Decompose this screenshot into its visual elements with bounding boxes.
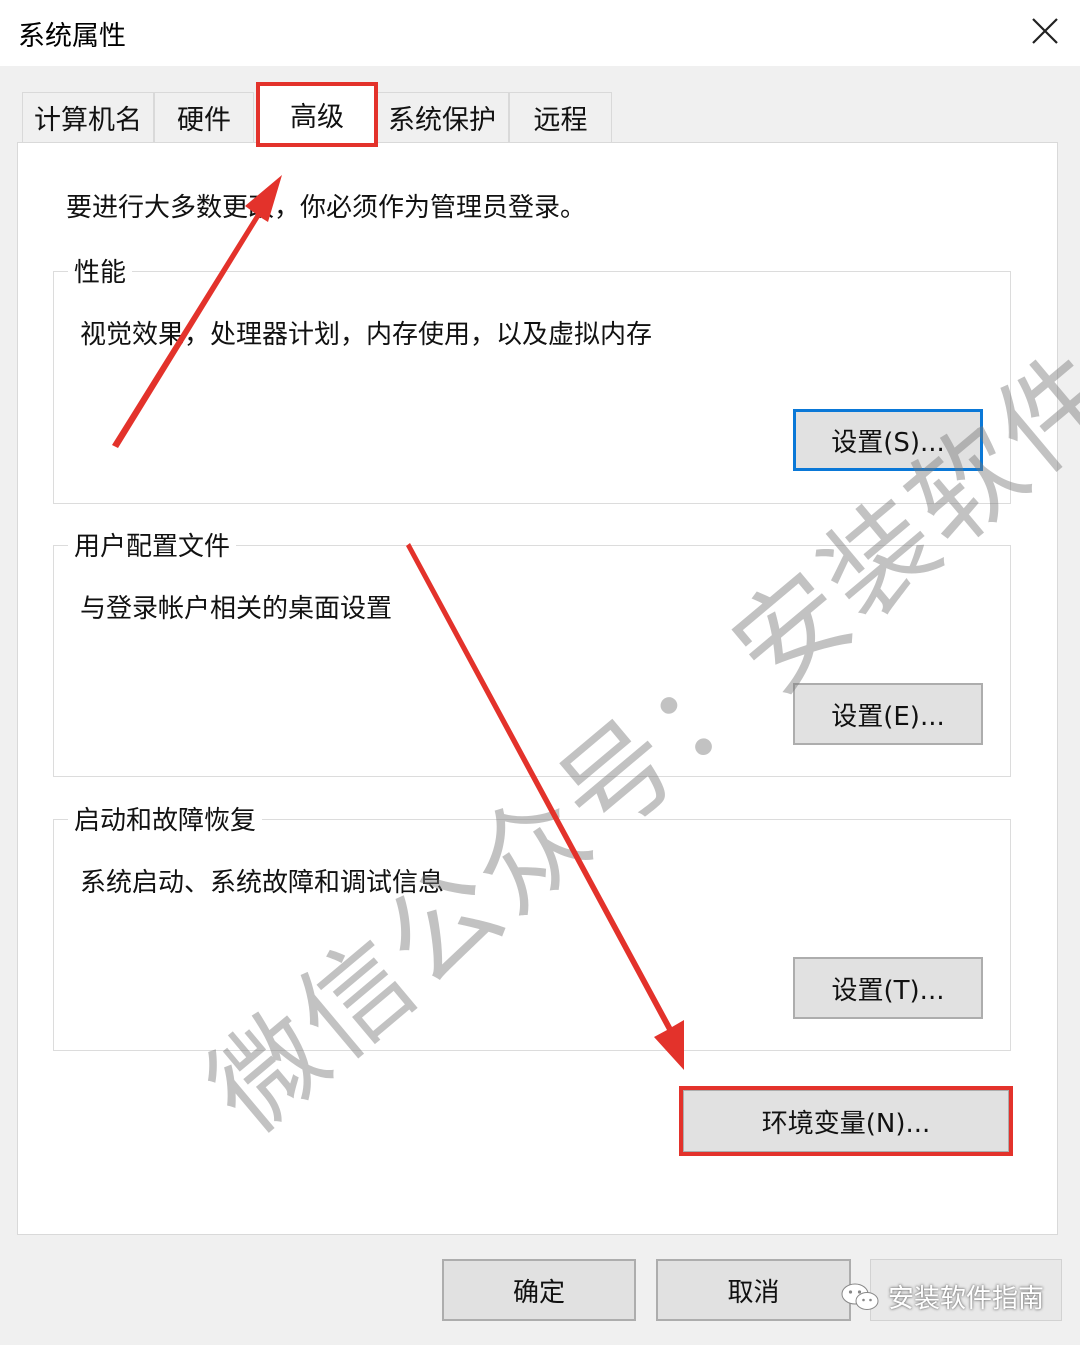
title-bar: 系统属性 bbox=[0, 0, 1080, 66]
wechat-watermark: 安装软件指南 bbox=[840, 1278, 1044, 1315]
performance-group-desc: 视觉效果，处理器计划，内存使用，以及虚拟内存 bbox=[80, 320, 653, 350]
user-profiles-group: 用户配置文件 与登录帐户相关的桌面设置 设置(E)... bbox=[53, 526, 1011, 777]
startup-recovery-group-desc: 系统启动、系统故障和调试信息 bbox=[80, 868, 445, 898]
admin-note: 要进行大多数更改，你必须作为管理员登录。 bbox=[66, 193, 587, 223]
tab-computer-name[interactable]: 计算机名 bbox=[22, 92, 154, 142]
tab-remote[interactable]: 远程 bbox=[509, 92, 612, 142]
close-button[interactable] bbox=[1016, 6, 1074, 56]
tab-system-protection[interactable]: 系统保护 bbox=[375, 92, 509, 142]
startup-recovery-settings-button[interactable]: 设置(T)... bbox=[793, 957, 983, 1019]
performance-group-title: 性能 bbox=[68, 252, 133, 289]
startup-recovery-group-title: 启动和故障恢复 bbox=[68, 800, 263, 837]
watermark-badge-text: 安装软件指南 bbox=[888, 1284, 1045, 1314]
wechat-icon bbox=[841, 1283, 879, 1310]
user-profiles-settings-button[interactable]: 设置(E)... bbox=[793, 683, 983, 745]
window-title: 系统属性 bbox=[18, 21, 126, 52]
ok-button[interactable]: 确定 bbox=[442, 1259, 636, 1321]
user-profiles-group-desc: 与登录帐户相关的桌面设置 bbox=[80, 594, 393, 624]
performance-settings-button[interactable]: 设置(S)... bbox=[793, 409, 983, 471]
startup-recovery-group: 启动和故障恢复 系统启动、系统故障和调试信息 设置(T)... bbox=[53, 800, 1011, 1051]
user-profiles-group-title: 用户配置文件 bbox=[68, 526, 237, 563]
performance-group: 性能 视觉效果，处理器计划，内存使用，以及虚拟内存 设置(S)... bbox=[53, 252, 1011, 504]
advanced-tab-panel: 要进行大多数更改，你必须作为管理员登录。 性能 视觉效果，处理器计划，内存使用，… bbox=[17, 142, 1058, 1235]
tab-advanced[interactable]: 高级 bbox=[259, 84, 375, 144]
environment-variables-button[interactable]: 环境变量(N)... bbox=[682, 1089, 1010, 1153]
close-icon bbox=[1032, 18, 1058, 44]
cancel-button[interactable]: 取消 bbox=[656, 1259, 851, 1321]
tab-hardware[interactable]: 硬件 bbox=[154, 92, 254, 142]
